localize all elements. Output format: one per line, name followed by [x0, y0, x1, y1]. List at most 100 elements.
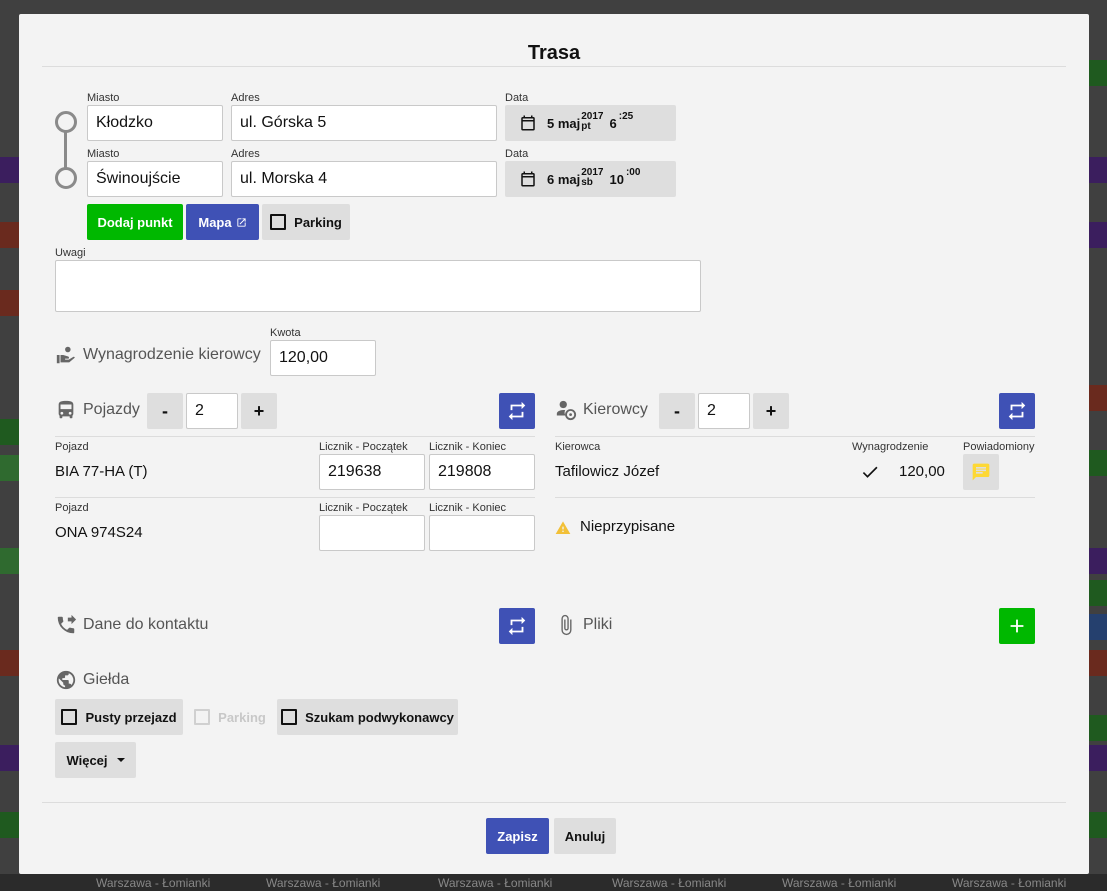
- driver-pay-section: Wynagrodzenie kierowcy: [55, 344, 261, 366]
- date-day: 5 maj: [547, 115, 581, 131]
- repeat-icon: [508, 616, 526, 636]
- address-label: Adres: [231, 148, 260, 160]
- drivers-count-input[interactable]: 2: [698, 393, 750, 429]
- bg-event-chip: [0, 548, 20, 574]
- drivers-decrement-button[interactable]: -: [659, 393, 695, 429]
- odometer-end-label: Licznik - Koniec: [429, 441, 507, 453]
- date-label: Data: [505, 148, 529, 160]
- vehicle-name-2: ONA 974S24: [55, 524, 143, 541]
- bg-row-label: Warszawa - Łomianki: [612, 876, 727, 890]
- bg-row-label: Warszawa - Łomianki: [266, 876, 381, 890]
- bg-event-chip: [1089, 650, 1107, 676]
- date-picker-2[interactable]: 6 maj 2017 sb 10 :00: [505, 161, 676, 197]
- vehicles-header-divider: [55, 436, 535, 437]
- empty-run-checkbox[interactable]: Pusty przejazd: [55, 699, 183, 735]
- drivers-increment-button[interactable]: +: [753, 393, 789, 429]
- date-weekday: sb: [581, 177, 593, 188]
- more-label: Więcej: [66, 752, 108, 768]
- dialog-title: Trasa: [527, 42, 581, 64]
- globe-icon: [56, 670, 76, 690]
- amount-input[interactable]: 120,00: [270, 340, 376, 376]
- address-input-1[interactable]: ul. Górska 5: [231, 105, 497, 141]
- driver-name-1: Tafilowicz Józef: [555, 463, 660, 480]
- exchange-parking-checkbox[interactable]: Parking: [186, 699, 274, 735]
- calendar-icon: [521, 115, 535, 131]
- route-start-icon: [55, 111, 77, 133]
- map-button[interactable]: Mapa: [186, 204, 259, 240]
- time-hour: 10: [609, 171, 624, 187]
- bg-bottom-row: Warszawa - Łomianki Warszawa - Łomianki …: [0, 874, 1107, 891]
- cancel-button[interactable]: Anuluj: [554, 818, 616, 854]
- driver-pay-1: 120,00: [899, 463, 945, 480]
- time-minute: :25: [618, 111, 634, 122]
- vehicles-increment-button[interactable]: +: [241, 393, 277, 429]
- drivers-title: Kierowcy: [583, 401, 648, 418]
- odometer-end-input-2[interactable]: [429, 515, 535, 551]
- contact-section: Dane do kontaktu: [55, 614, 208, 636]
- bg-row-label: Warszawa - Łomianki: [96, 876, 211, 890]
- files-title: Pliki: [583, 616, 613, 633]
- bg-event-chip: [1089, 60, 1107, 86]
- city-input-2[interactable]: Świnoujście: [87, 161, 223, 197]
- empty-run-label: Pusty przejazd: [85, 709, 177, 725]
- driver-row-divider: [555, 497, 1035, 498]
- message-icon: [972, 463, 990, 481]
- bg-event-chip: [0, 745, 20, 771]
- bg-event-chip: [1089, 614, 1107, 640]
- city-label: Miasto: [87, 148, 120, 160]
- notified-column-label: Powiadomiony: [963, 441, 1035, 453]
- odometer-start-input-1[interactable]: 219638: [319, 454, 425, 490]
- odometer-end-input-1[interactable]: 219808: [429, 454, 535, 490]
- footer-divider: [42, 802, 1066, 803]
- exchange-parking-label: Parking: [218, 709, 266, 725]
- odometer-start-input-2[interactable]: [319, 515, 425, 551]
- check-icon: [862, 466, 878, 478]
- driver-pay-column-label: Wynagrodzenie: [852, 441, 929, 453]
- address-input-2[interactable]: ul. Morska 4: [231, 161, 497, 197]
- subcontractor-checkbox[interactable]: Szukam podwykonawcy: [277, 699, 458, 735]
- unassigned-driver-text: Nieprzypisane: [580, 518, 676, 535]
- route-parking-label: Parking: [294, 214, 342, 230]
- bg-row-label: Warszawa - Łomianki: [438, 876, 553, 890]
- bg-event-chip: [0, 812, 20, 838]
- city-input-1[interactable]: Kłodzko: [87, 105, 223, 141]
- vehicles-decrement-button[interactable]: -: [147, 393, 183, 429]
- vehicles-section: Pojazdy: [55, 399, 140, 421]
- vehicles-count-input[interactable]: 2: [186, 393, 238, 429]
- bg-event-chip: [0, 222, 20, 248]
- warning-icon: [555, 521, 571, 534]
- save-button[interactable]: Zapisz: [486, 818, 549, 854]
- route-end-icon: [55, 167, 77, 189]
- driver-icon: [556, 400, 577, 421]
- more-dropdown-button[interactable]: Więcej: [55, 742, 136, 778]
- bg-event-chip: [1089, 157, 1107, 183]
- contact-swap-button[interactable]: [499, 608, 535, 644]
- bg-event-chip: [1089, 385, 1107, 411]
- bg-event-chip: [0, 650, 20, 676]
- time-hour: 6: [609, 115, 617, 131]
- bg-event-chip: [1089, 812, 1107, 838]
- exchange-section: Giełda: [55, 669, 129, 691]
- notes-textarea[interactable]: [55, 260, 701, 312]
- vehicles-title: Pojazdy: [83, 401, 140, 418]
- bg-event-chip: [0, 157, 20, 183]
- checkbox-icon: [270, 214, 287, 230]
- exchange-title: Giełda: [83, 671, 130, 688]
- repeat-icon: [508, 401, 526, 421]
- vehicles-swap-button[interactable]: [499, 393, 535, 429]
- hand-coin-icon: [56, 346, 75, 364]
- external-link-icon: [236, 217, 246, 227]
- bg-event-chip: [1089, 222, 1107, 248]
- contact-title: Dane do kontaktu: [83, 616, 209, 633]
- add-file-button[interactable]: [999, 608, 1035, 644]
- route-parking-checkbox[interactable]: Parking: [262, 204, 350, 240]
- notify-driver-button[interactable]: [963, 454, 999, 490]
- notes-label: Uwagi: [55, 247, 86, 259]
- address-label: Adres: [231, 92, 260, 104]
- bg-event-chip: [1089, 548, 1107, 574]
- bg-row-label: Warszawa - Łomianki: [952, 876, 1067, 890]
- drivers-swap-button[interactable]: [999, 393, 1035, 429]
- vehicle-column-label: Pojazd: [55, 441, 89, 453]
- add-point-button[interactable]: Dodaj punkt: [87, 204, 183, 240]
- date-picker-1[interactable]: 5 maj 2017 pt 6 :25: [505, 105, 676, 141]
